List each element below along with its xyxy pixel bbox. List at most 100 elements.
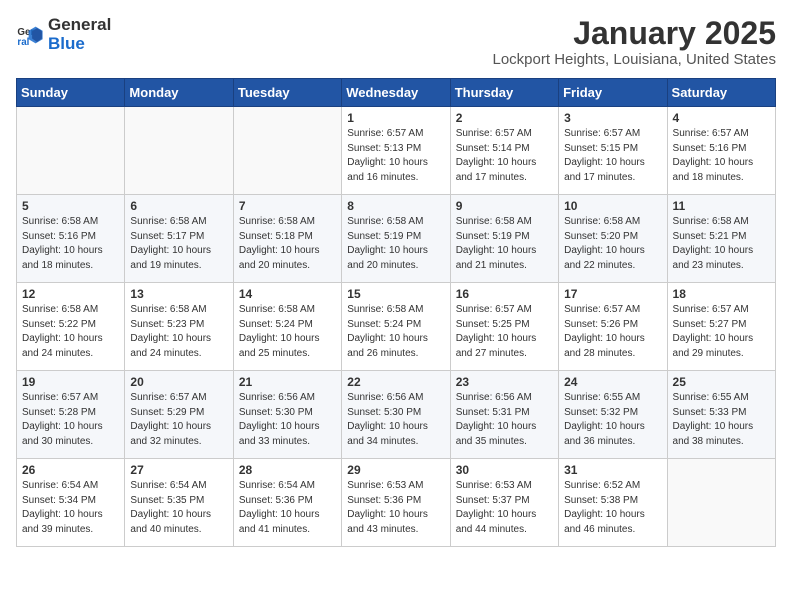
day-number: 29 — [347, 463, 444, 477]
day-number: 1 — [347, 111, 444, 125]
calendar-cell — [233, 107, 341, 195]
calendar-cell: 28 Sunrise: 6:54 AMSunset: 5:36 PMDaylig… — [233, 459, 341, 547]
svg-text:ral: ral — [17, 36, 29, 47]
day-info: Sunrise: 6:56 AMSunset: 5:30 PMDaylight:… — [239, 391, 336, 449]
day-number: 6 — [130, 199, 227, 213]
calendar-cell: 6 Sunrise: 6:58 AMSunset: 5:17 PMDayligh… — [125, 195, 233, 283]
day-info: Sunrise: 6:57 AMSunset: 5:15 PMDaylight:… — [564, 127, 661, 185]
day-number: 23 — [456, 375, 553, 389]
weekday-header-wednesday: Wednesday — [342, 79, 450, 107]
weekday-header-thursday: Thursday — [450, 79, 558, 107]
day-info: Sunrise: 6:54 AMSunset: 5:34 PMDaylight:… — [22, 479, 119, 537]
calendar-cell: 2 Sunrise: 6:57 AMSunset: 5:14 PMDayligh… — [450, 107, 558, 195]
calendar-cell: 13 Sunrise: 6:58 AMSunset: 5:23 PMDaylig… — [125, 283, 233, 371]
day-number: 13 — [130, 287, 227, 301]
day-number: 15 — [347, 287, 444, 301]
day-number: 16 — [456, 287, 553, 301]
calendar-cell: 14 Sunrise: 6:58 AMSunset: 5:24 PMDaylig… — [233, 283, 341, 371]
calendar-table: SundayMondayTuesdayWednesdayThursdayFrid… — [16, 78, 776, 547]
day-number: 25 — [673, 375, 770, 389]
calendar-cell: 17 Sunrise: 6:57 AMSunset: 5:26 PMDaylig… — [559, 283, 667, 371]
day-number: 2 — [456, 111, 553, 125]
calendar-cell: 9 Sunrise: 6:58 AMSunset: 5:19 PMDayligh… — [450, 195, 558, 283]
day-info: Sunrise: 6:53 AMSunset: 5:37 PMDaylight:… — [456, 479, 553, 537]
day-info: Sunrise: 6:57 AMSunset: 5:29 PMDaylight:… — [130, 391, 227, 449]
calendar-cell: 7 Sunrise: 6:58 AMSunset: 5:18 PMDayligh… — [233, 195, 341, 283]
day-info: Sunrise: 6:54 AMSunset: 5:36 PMDaylight:… — [239, 479, 336, 537]
day-info: Sunrise: 6:58 AMSunset: 5:21 PMDaylight:… — [673, 215, 770, 273]
day-number: 14 — [239, 287, 336, 301]
weekday-header-monday: Monday — [125, 79, 233, 107]
calendar-cell: 3 Sunrise: 6:57 AMSunset: 5:15 PMDayligh… — [559, 107, 667, 195]
logo-text: General Blue — [48, 16, 111, 53]
day-number: 5 — [22, 199, 119, 213]
day-info: Sunrise: 6:57 AMSunset: 5:13 PMDaylight:… — [347, 127, 444, 185]
weekday-header-row: SundayMondayTuesdayWednesdayThursdayFrid… — [17, 79, 776, 107]
day-info: Sunrise: 6:52 AMSunset: 5:38 PMDaylight:… — [564, 479, 661, 537]
calendar-week-5: 26 Sunrise: 6:54 AMSunset: 5:34 PMDaylig… — [17, 459, 776, 547]
day-number: 17 — [564, 287, 661, 301]
weekday-header-saturday: Saturday — [667, 79, 775, 107]
day-info: Sunrise: 6:57 AMSunset: 5:25 PMDaylight:… — [456, 303, 553, 361]
calendar-cell: 1 Sunrise: 6:57 AMSunset: 5:13 PMDayligh… — [342, 107, 450, 195]
calendar-cell: 23 Sunrise: 6:56 AMSunset: 5:31 PMDaylig… — [450, 371, 558, 459]
calendar-cell: 19 Sunrise: 6:57 AMSunset: 5:28 PMDaylig… — [17, 371, 125, 459]
calendar-cell: 22 Sunrise: 6:56 AMSunset: 5:30 PMDaylig… — [342, 371, 450, 459]
calendar-cell: 30 Sunrise: 6:53 AMSunset: 5:37 PMDaylig… — [450, 459, 558, 547]
day-info: Sunrise: 6:57 AMSunset: 5:26 PMDaylight:… — [564, 303, 661, 361]
day-info: Sunrise: 6:58 AMSunset: 5:22 PMDaylight:… — [22, 303, 119, 361]
day-number: 9 — [456, 199, 553, 213]
day-info: Sunrise: 6:56 AMSunset: 5:30 PMDaylight:… — [347, 391, 444, 449]
day-number: 11 — [673, 199, 770, 213]
calendar-cell: 29 Sunrise: 6:53 AMSunset: 5:36 PMDaylig… — [342, 459, 450, 547]
calendar-cell: 12 Sunrise: 6:58 AMSunset: 5:22 PMDaylig… — [17, 283, 125, 371]
logo-blue: Blue — [48, 35, 111, 54]
calendar-cell: 25 Sunrise: 6:55 AMSunset: 5:33 PMDaylig… — [667, 371, 775, 459]
day-info: Sunrise: 6:57 AMSunset: 5:27 PMDaylight:… — [673, 303, 770, 361]
day-info: Sunrise: 6:55 AMSunset: 5:33 PMDaylight:… — [673, 391, 770, 449]
calendar-week-2: 5 Sunrise: 6:58 AMSunset: 5:16 PMDayligh… — [17, 195, 776, 283]
day-info: Sunrise: 6:58 AMSunset: 5:24 PMDaylight:… — [347, 303, 444, 361]
calendar-cell — [17, 107, 125, 195]
day-info: Sunrise: 6:58 AMSunset: 5:19 PMDaylight:… — [347, 215, 444, 273]
logo-general: General — [48, 16, 111, 35]
day-info: Sunrise: 6:57 AMSunset: 5:14 PMDaylight:… — [456, 127, 553, 185]
day-number: 30 — [456, 463, 553, 477]
day-number: 24 — [564, 375, 661, 389]
weekday-header-sunday: Sunday — [17, 79, 125, 107]
logo: Gene ral General Blue — [16, 16, 111, 53]
location-title: Lockport Heights, Louisiana, United Stat… — [493, 51, 777, 68]
calendar-cell: 27 Sunrise: 6:54 AMSunset: 5:35 PMDaylig… — [125, 459, 233, 547]
day-number: 20 — [130, 375, 227, 389]
day-number: 28 — [239, 463, 336, 477]
calendar-week-3: 12 Sunrise: 6:58 AMSunset: 5:22 PMDaylig… — [17, 283, 776, 371]
calendar-week-4: 19 Sunrise: 6:57 AMSunset: 5:28 PMDaylig… — [17, 371, 776, 459]
day-number: 18 — [673, 287, 770, 301]
day-number: 31 — [564, 463, 661, 477]
day-info: Sunrise: 6:56 AMSunset: 5:31 PMDaylight:… — [456, 391, 553, 449]
day-number: 8 — [347, 199, 444, 213]
day-info: Sunrise: 6:54 AMSunset: 5:35 PMDaylight:… — [130, 479, 227, 537]
logo-icon: Gene ral — [16, 21, 44, 49]
calendar-cell: 5 Sunrise: 6:58 AMSunset: 5:16 PMDayligh… — [17, 195, 125, 283]
day-info: Sunrise: 6:58 AMSunset: 5:17 PMDaylight:… — [130, 215, 227, 273]
day-info: Sunrise: 6:58 AMSunset: 5:19 PMDaylight:… — [456, 215, 553, 273]
day-info: Sunrise: 6:57 AMSunset: 5:16 PMDaylight:… — [673, 127, 770, 185]
calendar-cell: 21 Sunrise: 6:56 AMSunset: 5:30 PMDaylig… — [233, 371, 341, 459]
calendar-cell — [125, 107, 233, 195]
calendar-cell: 15 Sunrise: 6:58 AMSunset: 5:24 PMDaylig… — [342, 283, 450, 371]
day-number: 7 — [239, 199, 336, 213]
title-block: January 2025 Lockport Heights, Louisiana… — [493, 16, 777, 68]
day-number: 27 — [130, 463, 227, 477]
calendar-cell: 11 Sunrise: 6:58 AMSunset: 5:21 PMDaylig… — [667, 195, 775, 283]
day-number: 10 — [564, 199, 661, 213]
calendar-cell: 26 Sunrise: 6:54 AMSunset: 5:34 PMDaylig… — [17, 459, 125, 547]
day-number: 26 — [22, 463, 119, 477]
day-info: Sunrise: 6:58 AMSunset: 5:20 PMDaylight:… — [564, 215, 661, 273]
weekday-header-friday: Friday — [559, 79, 667, 107]
day-number: 12 — [22, 287, 119, 301]
day-number: 3 — [564, 111, 661, 125]
day-number: 21 — [239, 375, 336, 389]
calendar-cell: 31 Sunrise: 6:52 AMSunset: 5:38 PMDaylig… — [559, 459, 667, 547]
calendar-cell: 10 Sunrise: 6:58 AMSunset: 5:20 PMDaylig… — [559, 195, 667, 283]
